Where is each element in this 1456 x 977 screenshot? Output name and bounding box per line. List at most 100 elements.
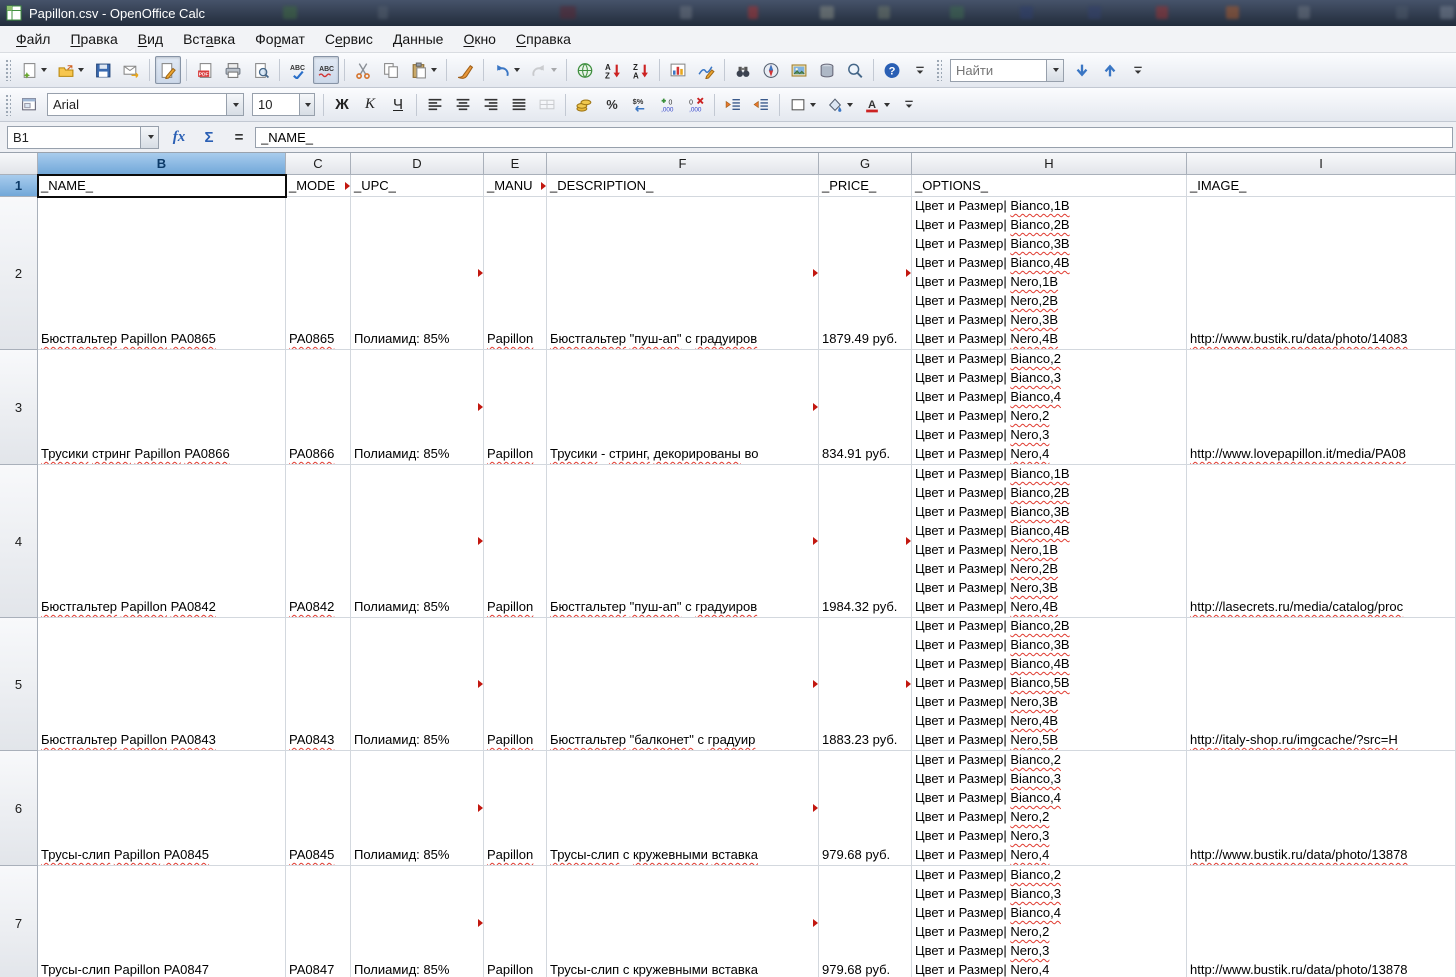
spellcheck-button[interactable]: ABC [285,56,311,84]
cell-H2[interactable]: Цвет и Размер| Bianco,1B Цвет и Размер| B… [912,197,1187,350]
cell-B2[interactable]: Бюстгальтер Papillon PA0865 [38,197,286,350]
cell-D4[interactable]: Полиамид: 85% [351,465,484,618]
cell-C4[interactable]: PA0842 [286,465,351,618]
name-box[interactable] [7,125,159,149]
format-paintbrush-button[interactable] [452,56,478,84]
cell-F7[interactable]: Трусы-слип с кружевными вставка [547,866,819,977]
help-button[interactable]: ? [879,56,905,84]
decrease-indent-button[interactable] [720,91,746,119]
cell-G2[interactable]: 1879.49 руб. [819,197,912,350]
cell-E3[interactable]: Papillon [484,350,547,465]
export-pdf-button[interactable]: PDF [192,56,218,84]
percent-format-button[interactable]: % [599,91,625,119]
sum-button[interactable]: Σ [195,124,223,150]
bold-button[interactable]: Ж [329,91,355,119]
sort-ascending-button[interactable]: AZ [600,56,626,84]
select-all-corner[interactable] [0,153,38,175]
hyperlink-button[interactable] [572,56,598,84]
navigator-button[interactable] [758,56,784,84]
font-name-combo-input[interactable] [48,94,226,115]
open-button[interactable] [53,56,88,84]
cell-H5[interactable]: Цвет и Размер| Bianco,2B Цвет и Размер| B… [912,618,1187,751]
cell-G3[interactable]: 834.91 руб. [819,350,912,465]
underline-button[interactable]: Ч [385,91,411,119]
print-button[interactable] [220,56,246,84]
cell-G6[interactable]: 979.68 руб. [819,751,912,866]
auto-spellcheck-button[interactable]: ABC [313,56,339,84]
find-dropdown-button[interactable] [1045,59,1063,81]
font-size-combo[interactable] [252,93,315,116]
cell-I5[interactable]: http://italy-shop.ru/imgcache/?src=H [1187,618,1456,751]
cell-B7[interactable]: Трусы-слип Papillon PA0847 [38,866,286,977]
menu-item-Вид[interactable]: Вид [128,28,173,50]
font-name-combo[interactable] [47,93,244,116]
cell-D7[interactable]: Полиамид: 85% [351,866,484,977]
column-header-E[interactable]: E [484,153,547,175]
menu-item-Сервис[interactable]: Сервис [315,28,383,50]
cell-F2[interactable]: Бюстгальтер "пуш-ап" с градуиров [547,197,819,350]
cell-H1[interactable]: _OPTIONS_ [912,175,1187,197]
find-input[interactable] [951,59,1046,81]
row-header-7[interactable]: 7 [0,866,38,977]
cell-C6[interactable]: PA0845 [286,751,351,866]
gallery-button[interactable] [786,56,812,84]
cell-E5[interactable]: Papillon [484,618,547,751]
menu-item-Формат[interactable]: Формат [245,28,315,50]
draw-functions-button[interactable] [693,56,719,84]
column-header-F[interactable]: F [547,153,819,175]
menu-item-Файл[interactable]: Файл [6,28,60,50]
cell-C1[interactable]: _MODE [286,175,351,197]
add-decimal-button[interactable]: 0,000 [655,91,681,119]
undo-button[interactable] [489,56,524,84]
cell-B6[interactable]: Трусы-слип Papillon PA0845 [38,751,286,866]
cell-C5[interactable]: PA0843 [286,618,351,751]
row-header-6[interactable]: 6 [0,751,38,866]
menu-item-Вставка[interactable]: Вставка [173,28,245,50]
email-button[interactable] [118,56,144,84]
font-size-combo-dropdown-button[interactable] [298,94,314,115]
align-center-button[interactable] [450,91,476,119]
cell-I3[interactable]: http://www.lovepapillon.it/media/PA08 [1187,350,1456,465]
find-previous-button[interactable] [1097,56,1123,84]
align-right-button[interactable] [478,91,504,119]
merge-cells-button[interactable] [534,91,560,119]
font-size-combo-input[interactable] [253,94,299,115]
save-button[interactable] [90,56,116,84]
cell-D6[interactable]: Полиамид: 85% [351,751,484,866]
cell-I4[interactable]: http://lasecrets.ru/media/catalog/proc [1187,465,1456,618]
find-replace-button[interactable] [730,56,756,84]
cell-G5[interactable]: 1883.23 руб. [819,618,912,751]
cell-F5[interactable]: Бюстгальтер "балконет" с градуир [547,618,819,751]
cell-G7[interactable]: 979.68 руб. [819,866,912,977]
zoom-button[interactable] [842,56,868,84]
cell-B3[interactable]: Трусики стринг Papillon PA0866 [38,350,286,465]
cell-E1[interactable]: _MANU [484,175,547,197]
column-header-I[interactable]: I [1187,153,1456,175]
name-box-dropdown-button[interactable] [140,126,158,148]
column-header-C[interactable]: C [286,153,351,175]
find-next-button[interactable] [1069,56,1095,84]
cell-B5[interactable]: Бюстгальтер Papillon PA0843 [38,618,286,751]
new-document-button[interactable] [16,56,51,84]
row-header-1[interactable]: 1 [0,175,38,197]
sort-descending-button[interactable]: ZA [628,56,654,84]
page-preview-button[interactable] [248,56,274,84]
cell-C3[interactable]: PA0866 [286,350,351,465]
cell-D1[interactable]: _UPC_ [351,175,484,197]
menu-item-Справка[interactable]: Справка [506,28,581,50]
function-wizard-button[interactable]: fx [165,124,193,150]
column-header-H[interactable]: H [912,153,1187,175]
cell-I2[interactable]: http://www.bustik.ru/data/photo/14083 [1187,197,1456,350]
align-left-button[interactable] [422,91,448,119]
equals-button[interactable]: = [225,124,253,150]
font-color-button[interactable]: A [859,91,894,119]
cell-G4[interactable]: 1984.32 руб. [819,465,912,618]
cell-F6[interactable]: Трусы-слип с кружевными вставка [547,751,819,866]
cell-E2[interactable]: Papillon [484,197,547,350]
styles-window-button[interactable] [16,91,42,119]
cell-H6[interactable]: Цвет и Размер| Bianco,2 Цвет и Размер| Bi… [912,751,1187,866]
cell-reference-input[interactable] [8,126,141,148]
cell-I6[interactable]: http://www.bustik.ru/data/photo/13878 [1187,751,1456,866]
insert-chart-button[interactable] [665,56,691,84]
find-combo[interactable] [950,58,1064,82]
